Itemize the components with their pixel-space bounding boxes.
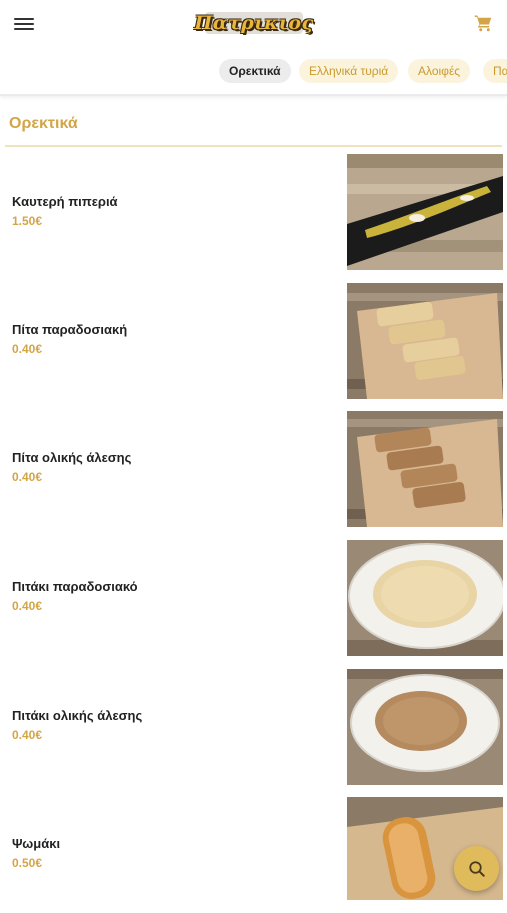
brand-logo-text: Πατρικιος xyxy=(194,12,314,34)
tab-orektika[interactable]: Ορεκτικά xyxy=(219,59,291,83)
menu-item[interactable]: Πιτάκι παραδοσιακό 0.40€ xyxy=(0,540,507,656)
search-icon xyxy=(468,860,485,877)
item-photo-hot-pepper xyxy=(347,154,503,270)
menu-item[interactable]: Πίτα ολικής άλεσης 0.40€ xyxy=(0,411,507,527)
item-name: Καυτερή πιπεριά xyxy=(12,194,118,209)
item-name: Πιτάκι ολικής άλεσης xyxy=(12,708,143,723)
tab-partial[interactable]: Πα xyxy=(483,59,507,83)
category-tabs: Ορεκτικά Ελληνικά τυριά Αλοιφές Πα xyxy=(0,50,507,96)
item-name: Πίτα παραδοσιακή xyxy=(12,322,128,337)
section-title: Ορεκτικά xyxy=(9,115,78,132)
item-photo-small-whole-wheat-pita xyxy=(347,669,503,785)
item-name: Πίτα ολικής άλεσης xyxy=(12,450,132,465)
item-price: 0.40€ xyxy=(12,470,43,484)
item-photo-small-traditional-pita xyxy=(347,540,503,656)
app-header: Πατρικιος xyxy=(0,0,507,50)
brand-logo[interactable]: Πατρικιος xyxy=(194,8,313,38)
item-name: Ψωμάκι xyxy=(12,836,61,851)
item-price: 0.50€ xyxy=(12,856,43,870)
menu-item[interactable]: Καυτερή πιπεριά 1.50€ xyxy=(0,154,507,270)
tab-aloifes[interactable]: Αλοιφές xyxy=(408,59,471,83)
hamburger-menu-icon[interactable] xyxy=(14,15,34,33)
item-price: 0.40€ xyxy=(12,599,43,613)
menu-item[interactable]: Ψωμάκι 0.50€ xyxy=(0,797,507,913)
item-price: 0.40€ xyxy=(12,728,43,742)
item-photo-whole-wheat-pita xyxy=(347,411,503,527)
item-price: 1.50€ xyxy=(12,214,43,228)
section-divider xyxy=(5,145,502,147)
search-fab-button[interactable] xyxy=(454,846,499,891)
tab-ellinika-tyria[interactable]: Ελληνικά τυριά xyxy=(299,59,399,83)
menu-item[interactable]: Πίτα παραδοσιακή 0.40€ xyxy=(0,283,507,399)
shopping-cart-icon[interactable] xyxy=(474,14,494,34)
item-name: Πιτάκι παραδοσιακό xyxy=(12,579,138,594)
menu-item[interactable]: Πιτάκι ολικής άλεσης 0.40€ xyxy=(0,669,507,785)
item-photo-traditional-pita xyxy=(347,283,503,399)
item-price: 0.40€ xyxy=(12,342,43,356)
